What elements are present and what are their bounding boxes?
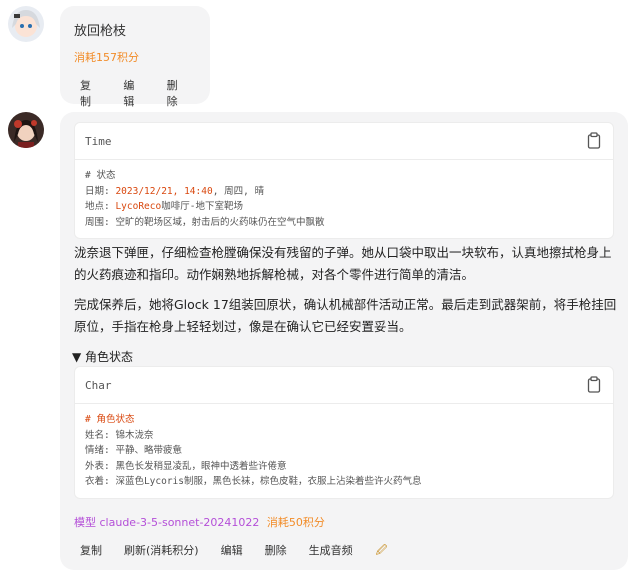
model-label: 模型 [74,516,96,529]
generate-audio-button[interactable]: 生成音频 🖉 [309,542,410,561]
user-message-text: 放回枪枝 [74,24,127,39]
code-comment: # 角色状态 [85,414,135,425]
refresh-button[interactable]: 刷新(消耗积分) [124,542,199,561]
code-block-body: # 状态日期: 2023/12/21, 14:40, 周四, 晴地点: Lyco… [75,160,613,238]
delete-button[interactable]: 删除 [167,77,188,109]
assistant-message-bubble: Time # 状态日期: 2023/12/21, 14:40, 周四, 晴地点:… [60,112,628,570]
assistant-actions: 复制 刷新(消耗积分) 编辑 删除 生成音频 🖉 [80,542,409,561]
code-block-header: Time [75,123,613,160]
name-line: 姓名: 锦木泷奈 [85,429,154,441]
char-code-block: Char # 角色状态姓名: 锦木泷奈情绪: 平静、略带疲惫外表: 黑色长发稍显… [74,366,614,499]
code-language-label: Time [85,135,112,148]
code-block-body: # 角色状态姓名: 锦木泷奈情绪: 平静、略带疲惫外表: 黑色长发稍显凌乱，眼神… [75,404,613,498]
copy-button[interactable]: 复制 [80,77,101,109]
model-info: 模型 claude-3-5-sonnet-20241022 消耗50积分 [74,514,325,530]
user-actions: 复制 编辑 删除 [80,77,210,109]
user-message-bubble: 放回枪枝 消耗157积分 复制 编辑 删除 [60,6,210,108]
assistant-avatar [8,112,44,148]
clothing-line: 衣着: 深蓝色Lycoris制服，黑色长袜，棕色皮鞋，衣服上沾染着些许火药气息 [85,476,422,487]
location-line: 地点: LycoReco咖啡厅-地下室靶场 [85,201,243,212]
mood-line: 情绪: 平静、略带疲惫 [85,445,182,456]
edit-button[interactable]: 编辑 [221,542,243,561]
user-cost-label: 消耗157积分 [74,51,139,64]
appearance-line: 外表: 黑色长发稍显凌乱，眼神中透着些许倦意 [85,460,287,472]
character-status-toggle[interactable]: ▼ 角色状态 [72,348,133,365]
user-avatar [8,6,44,42]
code-comment: # 状态 [85,170,116,181]
date-line: 日期: 2023/12/21, 14:40, 周四, 晴 [85,185,265,197]
copy-button[interactable]: 复制 [80,542,102,561]
environment-line: 周围: 空旷的靶场区域，射击后的火药味仍在空气中飘散 [85,216,325,228]
code-language-label: Char [85,379,112,392]
edit-button[interactable]: 编辑 [123,77,144,109]
model-name: claude-3-5-sonnet-20241022 [99,516,260,529]
ai-cost-label: 消耗50积分 [266,516,325,529]
pencil-icon: 🖉 [375,544,388,557]
story-paragraph-1: 泷奈退下弹匣，仔细检查枪膛确保没有残留的子弹。她从口袋中取出一块软布，认真地擦拭… [74,245,612,282]
story-paragraph-2: 完成保养后，她将Glock 17组装回原状，确认机械部件活动正常。最后走到武器架… [74,297,617,334]
code-block-header: Char [75,367,613,404]
clipboard-icon[interactable] [587,132,601,149]
time-code-block: Time # 状态日期: 2023/12/21, 14:40, 周四, 晴地点:… [74,122,614,239]
delete-button[interactable]: 删除 [265,542,287,561]
clipboard-icon[interactable] [587,376,601,393]
